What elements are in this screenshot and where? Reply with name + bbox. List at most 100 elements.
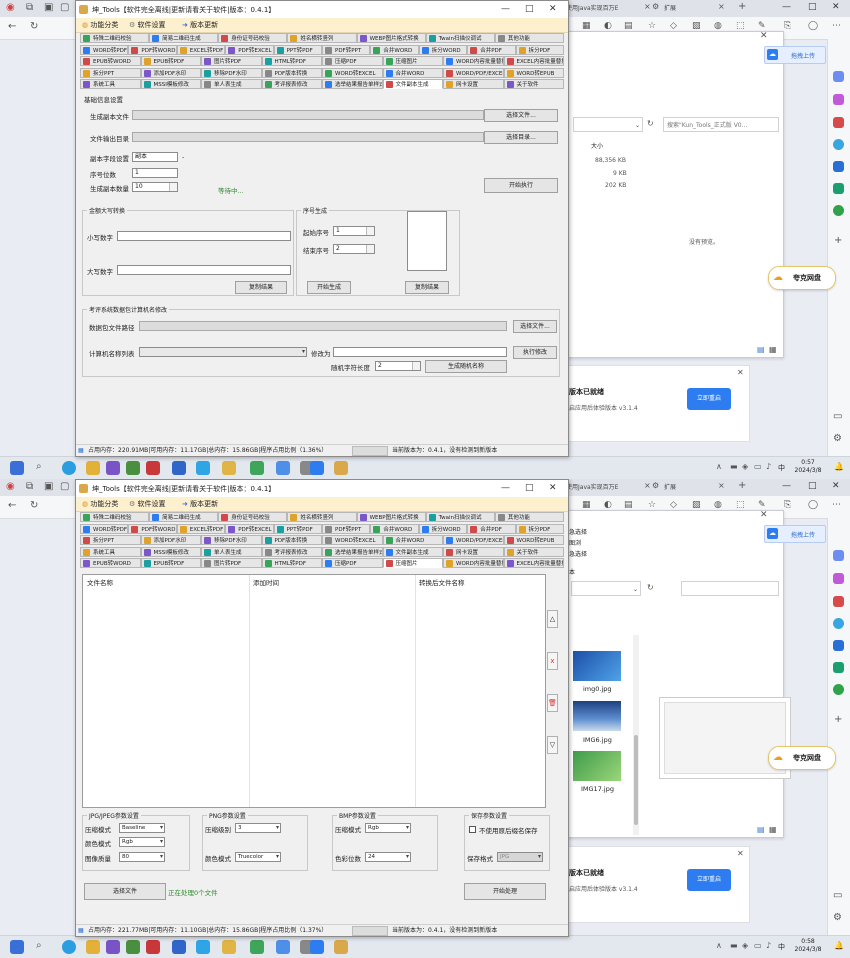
rail-send-icon[interactable] [833,183,844,194]
edge-icon[interactable] [62,461,76,475]
rail-tag-icon[interactable] [833,550,844,561]
explorer-chevron-box[interactable]: ⌄ [571,581,641,596]
explorer-refresh-icon[interactable]: ↻ [647,583,654,592]
tab-3-4[interactable]: 选举结果报告单样式生成 [322,546,383,557]
ext-icon-4[interactable]: ◇ [670,21,677,31]
tab-0-3[interactable]: 姓名横转竖列 [287,512,357,522]
file-explorer-icon[interactable] [222,461,236,475]
tab-2-2[interactable]: 图片转PDF [201,56,262,66]
rail-tree-icon[interactable] [833,684,844,695]
tab-close-icon[interactable]: × [718,481,725,490]
jpg-color-combo[interactable]: Rgb ▾ [119,837,165,847]
tab-2-4[interactable]: WORD转EXCEL [322,535,383,545]
move-down-button[interactable]: ▽ [547,736,558,754]
rail-add-icon[interactable]: + [834,714,842,725]
rail-person-icon[interactable] [833,94,844,105]
tab-favicon-icon[interactable]: ▢ [60,481,69,492]
ext-icon-8[interactable]: ✎ [758,500,766,510]
ext-icon-6[interactable]: ◍ [714,21,722,31]
taskbar-app-icon[interactable] [310,461,324,475]
rail-send-icon[interactable] [833,662,844,673]
tab-0-5[interactable]: Twain扫描仪调试 [425,512,495,522]
taskbar-app-icon[interactable] [250,461,264,475]
quark-upload-bar[interactable]: ☁ 拖拽上传 [764,46,826,64]
ext-icon-4[interactable]: ◇ [670,500,677,510]
col-converted-name[interactable]: 转换后文件名称 [419,577,465,587]
tab-2-3[interactable]: PDF版本转换 [261,535,322,545]
move-up-button[interactable]: △ [547,610,558,628]
tab-4-4[interactable]: 压缩PDF [322,558,383,568]
tab-0-2[interactable]: 身份证号码校验 [218,33,288,43]
taskbar-app-icon[interactable] [146,461,160,475]
copy-count-spinner[interactable]: 10 [132,182,178,192]
package-select-file-button[interactable]: 选择文件... [513,320,557,333]
clear-button[interactable]: 🗑 [547,694,558,712]
restart-now-button[interactable]: 立即重启 [687,869,731,891]
small-number-input[interactable] [117,231,291,241]
tab-0-1[interactable]: 简易二维码生成 [149,512,219,522]
file-list-grid[interactable]: 文件名称 添加时间 转换后文件名称 [82,574,546,808]
extension-icon[interactable]: ⚙ [652,481,659,490]
tab-2-6[interactable]: WORD内容批量替换 [443,56,504,66]
explorer-search-input[interactable]: 搜索"Kun_Tools_正式版 V0... [663,117,779,132]
rand-length-spinner[interactable]: 2 [375,361,421,371]
taskbar-app-icon[interactable] [126,461,140,475]
ext-icon-8[interactable]: ✎ [758,21,766,31]
tab-2-1[interactable]: 添加PDF水印 [140,535,201,545]
favorites-icon[interactable]: ☆ [648,500,656,510]
tab-4-4[interactable]: 选举结果报告单样式生成 [322,79,383,89]
remove-button[interactable]: x [547,652,558,670]
collections-icon[interactable]: ▣ [44,481,53,492]
ext-icon-1[interactable]: ▦ [582,500,591,510]
tab-1-8[interactable]: 合并PDF [467,44,516,55]
refresh-icon[interactable]: ↻ [30,500,38,511]
tray-network-icon[interactable]: ▭ [754,941,762,950]
more-icon[interactable]: ⋯ [832,21,841,31]
tray-chevron-icon[interactable]: ∧ [716,462,722,471]
quark-upload-bar[interactable]: ☁ 拖拽上传 [764,525,826,543]
taskbar-app-icon[interactable] [196,940,210,954]
explorer-side-item[interactable]: 急选择 [569,549,587,558]
col-file-name[interactable]: 文件名称 [87,577,113,587]
tab-2-3[interactable]: HTML转PDF [261,56,322,66]
taskbar-app-icon[interactable] [250,940,264,954]
file-name-img0[interactable]: img0.jpg [583,685,612,693]
browser-maximize-icon[interactable]: □ [808,481,817,491]
rail-settings-icon[interactable]: ⚙ [833,433,842,444]
tab-1-5[interactable]: PDF转PPT [322,44,371,55]
tab-close-icon[interactable]: × [644,2,651,11]
tab-0-4[interactable]: WEBP图片格式转换 [356,512,426,522]
save-format-combo[interactable]: JPG ▾ [497,852,543,862]
jpg-mode-combo[interactable]: Baseline ▾ [119,823,165,833]
thumb-img0[interactable] [573,651,621,681]
amount-copy-button[interactable]: 复制结果 [235,281,287,294]
rail-bag-icon[interactable] [833,596,844,607]
rail-settings-icon[interactable]: ⚙ [833,912,842,923]
start-icon[interactable] [10,940,24,954]
tab-3-1[interactable]: 添加PDF水印 [140,67,201,78]
notify-close-icon[interactable]: ✕ [737,368,744,377]
browser-close-icon[interactable]: ✕ [832,481,840,491]
browser-tab-java[interactable]: 使用Java实现百万E [566,3,640,15]
ext-icon-6[interactable]: ◍ [714,500,722,510]
thumb-img17[interactable] [573,751,621,781]
details-view-icon[interactable]: ▤ [757,825,765,834]
ime-indicator[interactable]: 中 [778,463,785,473]
ext-icon-5[interactable]: ▧ [692,500,701,510]
size-column-header[interactable]: 大小 [591,141,603,150]
tab-4-2[interactable]: 图片转PDF [201,558,262,568]
explorer-close-icon[interactable]: ✕ [760,31,768,41]
tray-app-icon[interactable]: ◈ [742,941,748,950]
explorer-refresh-icon[interactable]: ↻ [647,119,654,128]
start-icon[interactable] [10,461,24,475]
tab-4-2[interactable]: 单人表生成 [201,79,262,89]
tab-4-5[interactable]: 文件副本生成 [382,79,443,89]
file-name-img17[interactable]: IMG17.jpg [581,785,614,793]
tab-0-6[interactable]: 其他功能 [494,33,564,43]
thumb-img6[interactable] [573,701,621,731]
explorer-search-input[interactable] [681,581,779,596]
back-icon[interactable]: ← [8,500,16,511]
ext-icon-3[interactable]: ▤ [624,500,633,510]
ime-indicator[interactable]: 中 [778,942,785,952]
start-execute-button[interactable]: 开始执行 [484,178,558,193]
